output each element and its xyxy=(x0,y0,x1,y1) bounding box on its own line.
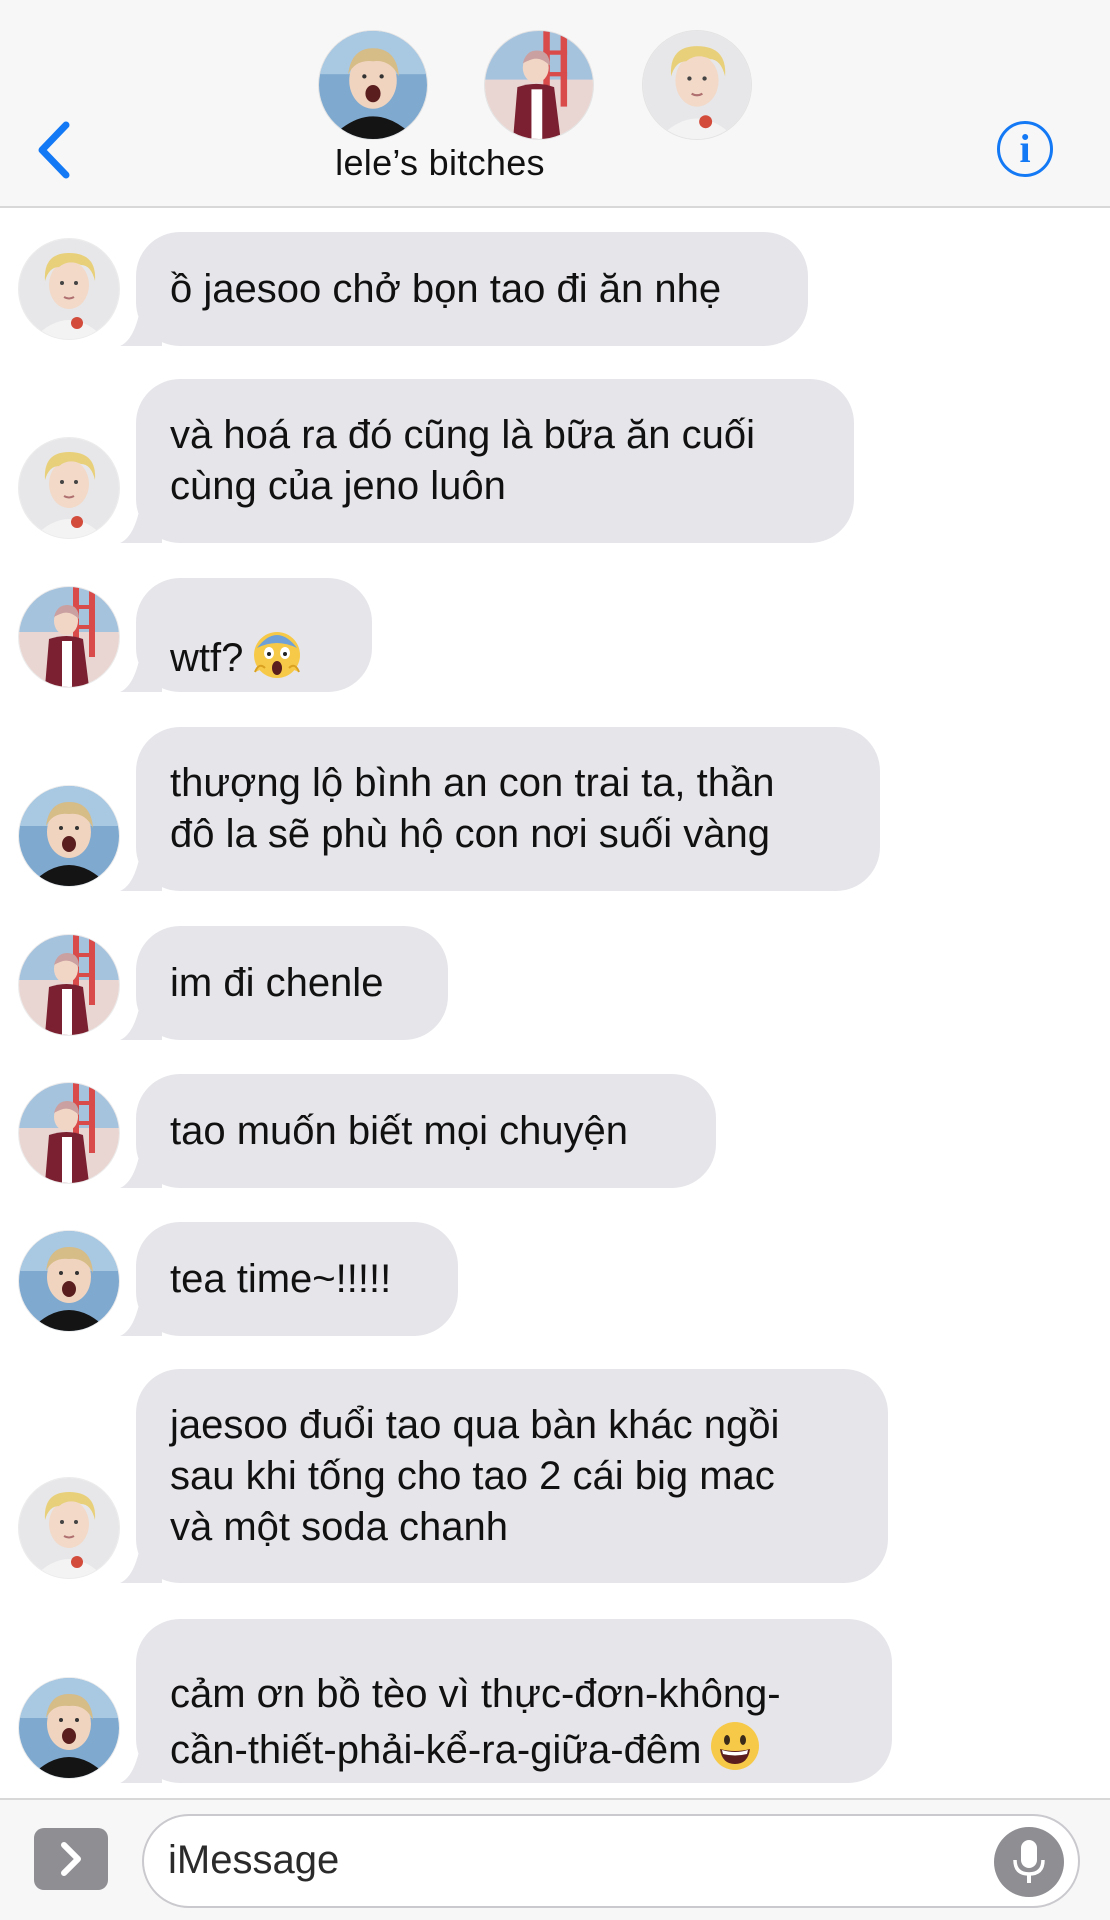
message-text: jaesoo đuổi tao qua bàn khác ngồi sau kh… xyxy=(170,1402,780,1549)
sender-avatar[interactable] xyxy=(18,437,120,539)
conversation-header: lele’s bitches i xyxy=(0,0,1110,208)
sender-avatar[interactable] xyxy=(18,1230,120,1332)
message-bubble[interactable]: và hoá ra đó cũng là bữa ăn cuối cùng củ… xyxy=(136,379,854,543)
message-text: im đi chenle xyxy=(170,960,384,1005)
chevron-left-icon xyxy=(38,121,70,179)
sender-avatar[interactable] xyxy=(18,238,120,340)
group-member-avatar-yellow-hair[interactable] xyxy=(642,30,752,140)
sender-avatar[interactable] xyxy=(18,934,120,1036)
message-row: và hoá ra đó cũng là bữa ăn cuối cùng củ… xyxy=(0,377,1110,543)
info-icon[interactable]: i xyxy=(997,121,1053,177)
message-row: cảm ơn bồ tèo vì thực-đơn-không- cần-thi… xyxy=(0,1619,1110,1785)
message-text: thượng lộ bình an con trai ta, thần đô l… xyxy=(170,761,775,856)
message-text: wtf? xyxy=(170,636,244,681)
message-text: tea time~!!!!! xyxy=(170,1256,392,1301)
message-bubble[interactable]: wtf? xyxy=(136,578,372,692)
chevron-right-icon xyxy=(61,1842,81,1876)
message-text: tao muốn biết mọi chuyện xyxy=(170,1108,629,1153)
message-text: ồ jaesoo chở bọn tao đi ăn nhẹ xyxy=(170,266,722,311)
message-bubble[interactable]: jaesoo đuổi tao qua bàn khác ngồi sau kh… xyxy=(136,1369,888,1583)
group-member-avatar-plaid-shirt[interactable] xyxy=(484,30,594,140)
grinning-face-emoji xyxy=(709,1720,761,1785)
message-bubble[interactable]: thượng lộ bình an con trai ta, thần đô l… xyxy=(136,727,880,891)
sender-avatar[interactable] xyxy=(18,586,120,688)
message-row: im đi chenle xyxy=(0,926,1110,1044)
sender-avatar[interactable] xyxy=(18,1477,120,1579)
compose-bar: iMessage xyxy=(0,1798,1110,1920)
group-name[interactable]: lele’s bitches xyxy=(300,142,580,184)
message-bubble[interactable]: tao muốn biết mọi chuyện xyxy=(136,1074,716,1188)
message-row: tea time~!!!!! xyxy=(0,1222,1110,1340)
microphone-icon xyxy=(1013,1840,1045,1883)
message-bubble[interactable]: ồ jaesoo chở bọn tao đi ăn nhẹ xyxy=(136,232,808,346)
apps-button[interactable] xyxy=(34,1828,108,1890)
message-text: và hoá ra đó cũng là bữa ăn cuối cùng củ… xyxy=(170,413,755,508)
message-text: cảm ơn bồ tèo vì thực-đơn-không- cần-thi… xyxy=(170,1671,781,1772)
screaming-face-emoji xyxy=(251,628,303,693)
message-row: jaesoo đuổi tao qua bàn khác ngồi sau kh… xyxy=(0,1369,1110,1585)
message-input-placeholder: iMessage xyxy=(168,1838,340,1882)
message-row: wtf? xyxy=(0,578,1110,696)
message-bubble[interactable]: cảm ơn bồ tèo vì thực-đơn-không- cần-thi… xyxy=(136,1619,892,1783)
message-bubble[interactable]: im đi chenle xyxy=(136,926,448,1040)
message-row: thượng lộ bình an con trai ta, thần đô l… xyxy=(0,725,1110,891)
message-row: tao muốn biết mọi chuyện xyxy=(0,1074,1110,1192)
group-member-avatar-laughing[interactable] xyxy=(318,30,428,140)
sender-avatar[interactable] xyxy=(18,785,120,887)
message-input[interactable]: iMessage xyxy=(142,1814,1080,1908)
sender-avatar[interactable] xyxy=(18,1082,120,1184)
message-row: ồ jaesoo chở bọn tao đi ăn nhẹ xyxy=(0,230,1110,348)
sender-avatar[interactable] xyxy=(18,1677,120,1779)
microphone-button[interactable] xyxy=(994,1827,1064,1897)
message-bubble[interactable]: tea time~!!!!! xyxy=(136,1222,458,1336)
back-button[interactable] xyxy=(28,118,76,182)
